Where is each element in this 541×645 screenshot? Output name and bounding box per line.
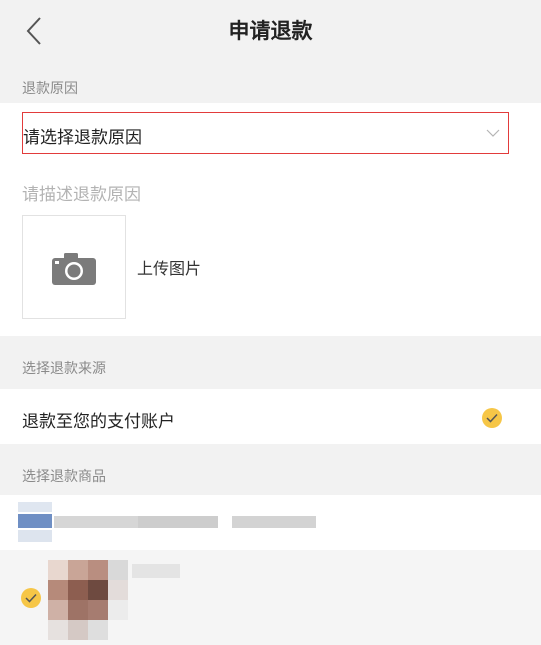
reason-section-label: 退款原因: [22, 81, 78, 97]
upload-image-button[interactable]: [22, 215, 126, 319]
source-section-label: 选择退款来源: [22, 361, 106, 377]
upload-image-label: 上传图片: [137, 259, 202, 278]
reason-select-placeholder: 请选择退款原因: [23, 128, 142, 148]
goods-item-check-icon[interactable]: [21, 588, 41, 608]
chevron-down-icon: [486, 129, 500, 137]
source-option-label: 退款至您的支付账户: [22, 412, 175, 432]
checkmark-icon: [25, 593, 37, 603]
goods-section-label: 选择退款商品: [22, 469, 106, 485]
source-check-icon[interactable]: [482, 408, 502, 428]
nav-bar: 申请退款: [0, 0, 541, 62]
reason-description-field[interactable]: 请描述退款原因: [22, 180, 141, 205]
checkmark-icon: [486, 413, 498, 423]
page-title: 申请退款: [228, 19, 313, 43]
reason-select[interactable]: 请选择退款原因: [22, 112, 509, 154]
camera-icon: [52, 253, 96, 285]
